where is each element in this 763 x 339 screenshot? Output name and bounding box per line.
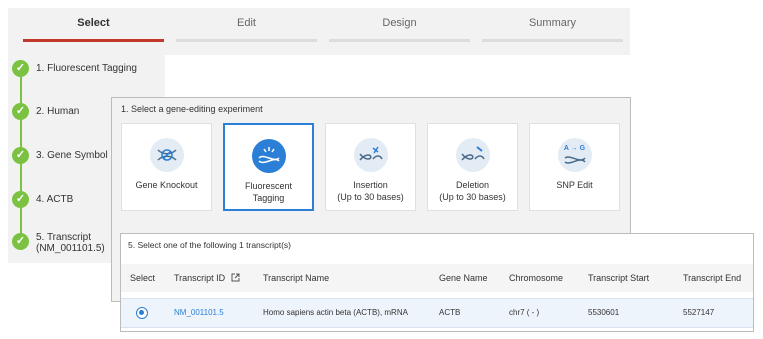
check-icon: ✓ <box>12 103 29 120</box>
step-2-label: 2. Human <box>36 106 80 117</box>
option-deletion-label: Deletion (Up to 30 bases) <box>428 179 517 203</box>
tab-summary-label: Summary <box>528 17 577 29</box>
tab-design-label: Design <box>382 17 417 29</box>
external-link-icon[interactable] <box>231 265 240 293</box>
option-insertion-line2: (Up to 30 bases) <box>337 192 404 202</box>
transcript-panel: 5. Select one of the following 1 transcr… <box>120 233 754 332</box>
col-transcript-end: Transcript End <box>683 273 742 283</box>
option-deletion-line2: (Up to 30 bases) <box>439 192 506 202</box>
option-deletion[interactable]: Deletion (Up to 30 bases) <box>427 123 518 211</box>
col-transcript-id: Transcript ID <box>174 264 240 293</box>
option-gene-knockout-label: Gene Knockout <box>135 180 198 190</box>
tab-design[interactable]: Design <box>329 8 470 55</box>
tab-design-underline <box>329 39 470 42</box>
col-transcript-start: Transcript Start <box>588 273 650 283</box>
option-gene-knockout[interactable]: Gene Knockout <box>121 123 212 211</box>
option-deletion-line1: Deletion <box>455 180 490 190</box>
tab-edit[interactable]: Edit <box>176 8 317 55</box>
option-fluorescent-tagging-label: Fluorescent Tagging <box>225 180 312 204</box>
option-snp-edit-label: SNP Edit <box>556 180 593 190</box>
tab-summary[interactable]: Summary <box>482 8 623 55</box>
transcript-id-link[interactable]: NM_001101.5 <box>174 299 224 327</box>
option-fluorescent-tagging-line1: Fluorescent <box>244 181 293 191</box>
transcript-start: 5530601 <box>588 308 620 317</box>
wizard-tabs: Select Edit Design Summary <box>8 8 630 55</box>
step-4-label: 4. ACTB <box>36 194 74 205</box>
tab-select-label: Select <box>77 17 110 29</box>
step-1-label: 1. Fluorescent Tagging <box>36 63 137 74</box>
check-icon: ✓ <box>12 191 29 208</box>
option-fluorescent-tagging-line2: Tagging <box>252 193 285 203</box>
col-gene-name: Gene Name <box>439 273 488 283</box>
option-fluorescent-tagging[interactable]: Fluorescent Tagging <box>223 123 314 211</box>
gene-knockout-icon <box>149 138 184 172</box>
option-insertion-label: Insertion (Up to 30 bases) <box>326 179 415 203</box>
col-chromosome: Chromosome <box>509 273 564 283</box>
snp-edit-icon: A → G <box>557 138 592 172</box>
tab-summary-underline <box>482 39 623 42</box>
option-snp-edit[interactable]: A → G SNP Edit <box>529 123 620 211</box>
tab-select-underline <box>23 39 164 42</box>
table-row[interactable]: NM_001101.5 Homo sapiens actin beta (ACT… <box>121 298 753 328</box>
fluorescent-tagging-icon <box>251 139 286 173</box>
step-5-sublabel: (NM_001101.5) <box>36 243 105 254</box>
check-icon: ✓ <box>12 233 29 250</box>
option-insertion-line1: Insertion <box>353 180 388 190</box>
chromosome: chr7 ( - ) <box>509 308 540 317</box>
check-icon: ✓ <box>12 60 29 77</box>
check-icon: ✓ <box>12 147 29 164</box>
insertion-icon <box>353 138 388 172</box>
transcript-panel-title: 5. Select one of the following 1 transcr… <box>128 240 291 250</box>
col-transcript-name: Transcript Name <box>263 273 330 283</box>
step-3-label: 3. Gene Symbol <box>36 150 108 161</box>
transcript-name: Homo sapiens actin beta (ACTB), mRNA <box>263 308 408 317</box>
tab-select[interactable]: Select <box>23 8 164 55</box>
tab-edit-label: Edit <box>237 17 256 29</box>
transcript-table-header: Select Transcript ID Transcript Name Gen… <box>121 264 753 292</box>
option-insertion[interactable]: Insertion (Up to 30 bases) <box>325 123 416 211</box>
experiment-panel-title: 1. Select a gene-editing experiment <box>121 104 263 114</box>
deletion-icon <box>455 138 490 172</box>
transcript-end: 5527147 <box>683 308 715 317</box>
col-transcript-id-label: Transcript ID <box>174 273 226 283</box>
transcript-radio[interactable] <box>136 307 148 319</box>
gene-name: ACTB <box>439 308 461 317</box>
tab-edit-underline <box>176 39 317 42</box>
col-select: Select <box>130 273 156 283</box>
